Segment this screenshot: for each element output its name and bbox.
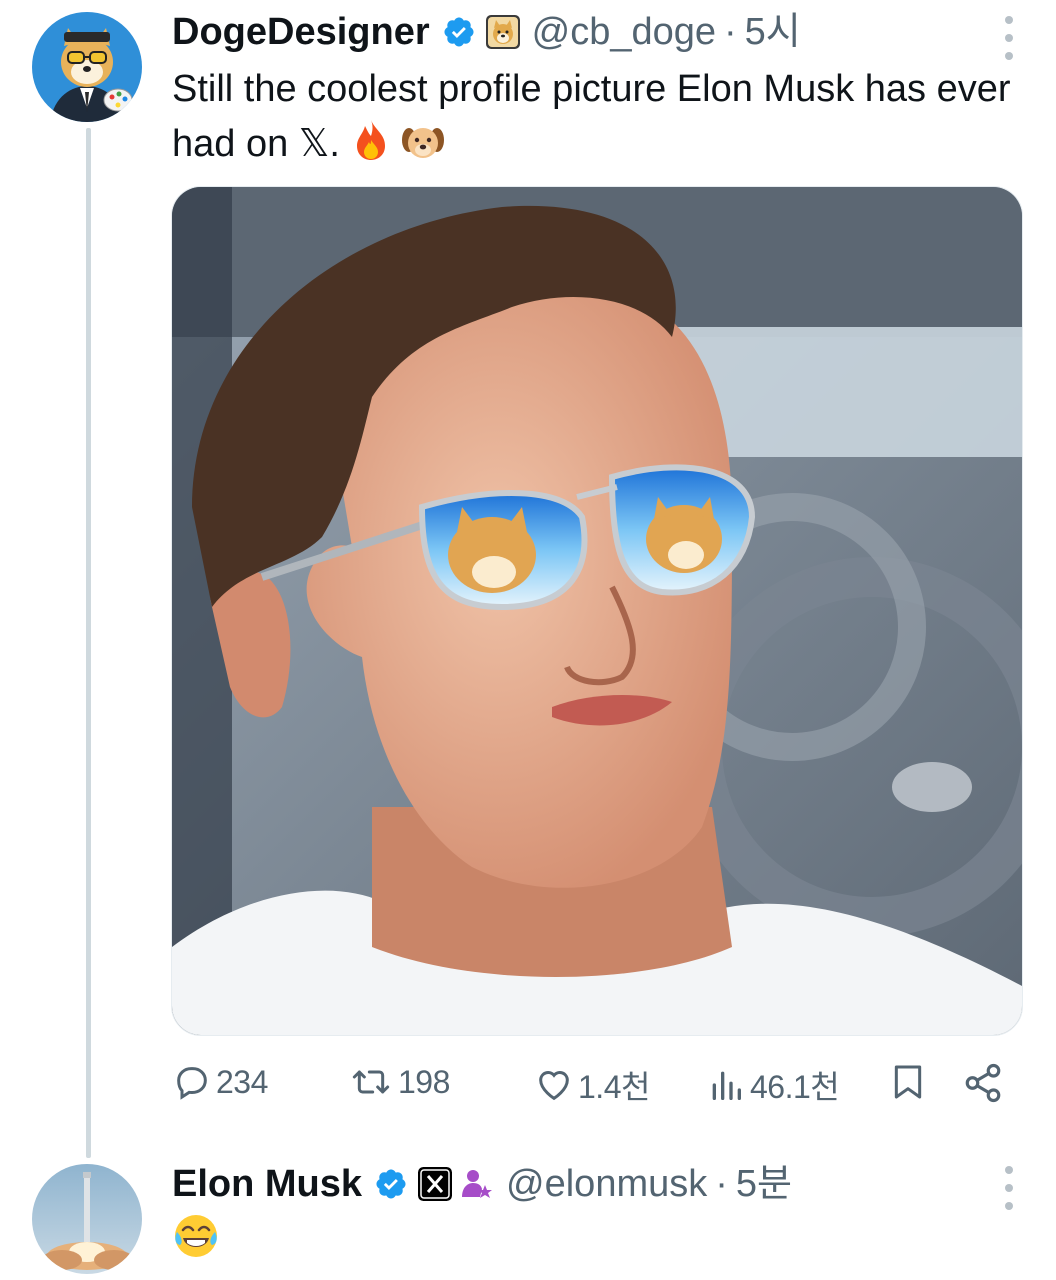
- display-name[interactable]: DogeDesigner: [172, 10, 430, 54]
- views-button[interactable]: 46.1천: [706, 1062, 840, 1108]
- more-options-icon[interactable]: [1004, 16, 1014, 60]
- like-button[interactable]: 1.4천: [534, 1062, 650, 1108]
- avatar-dogedesigner[interactable]: [32, 12, 142, 122]
- handle[interactable]: @elonmusk: [506, 1162, 707, 1206]
- timestamp[interactable]: 5분: [736, 1162, 792, 1206]
- timestamp[interactable]: 5시: [745, 10, 801, 54]
- repost-button[interactable]: 198: [348, 1062, 450, 1102]
- repost-icon: [352, 1070, 390, 1094]
- view-count: 46.1천: [750, 1069, 840, 1105]
- photo-man-doge-sunglasses: [172, 187, 1022, 1035]
- reply-icon: [177, 1067, 207, 1100]
- share-button[interactable]: [962, 1062, 1008, 1104]
- affiliate-doge-icon[interactable]: [485, 15, 520, 49]
- tweet-elonmusk[interactable]: Elon Musk @elonmusk · 5분: [0, 1150, 1056, 1280]
- x-affiliate-icon[interactable]: [418, 1167, 453, 1201]
- verified-badge-icon[interactable]: [374, 1167, 408, 1201]
- handle[interactable]: @cb_doge: [532, 10, 716, 54]
- separator-dot: ·: [724, 11, 737, 53]
- separator-dot: ·: [715, 1163, 728, 1205]
- dog-face-emoji-icon: [401, 122, 445, 178]
- heart-icon: [539, 1071, 569, 1101]
- person-with-star-icon: [460, 1167, 494, 1201]
- reply-button[interactable]: 234: [172, 1062, 268, 1102]
- share-icon: [965, 1063, 1001, 1103]
- tweet-actions: 234 198 1.4천 46.1천: [172, 1062, 1008, 1112]
- verified-badge-icon[interactable]: [442, 15, 476, 49]
- display-name[interactable]: Elon Musk: [172, 1162, 362, 1206]
- avatar-elonmusk[interactable]: [32, 1164, 142, 1274]
- reply-text: [172, 1212, 220, 1265]
- face-with-tears-of-joy-icon: [175, 1215, 217, 1257]
- reply-count: 234: [216, 1063, 268, 1100]
- bookmark-button[interactable]: [888, 1062, 932, 1102]
- repost-count: 198: [398, 1063, 450, 1100]
- tweet-header: Elon Musk @elonmusk · 5분: [172, 1160, 792, 1208]
- bookmark-icon: [894, 1065, 922, 1099]
- tweet-dogedesigner[interactable]: DogeDesigner @cb_doge · 5시 Still the coo…: [0, 0, 1056, 1150]
- tweet-text: Still the coolest profile picture Elon M…: [172, 62, 1032, 178]
- tweet-header: DogeDesigner @cb_doge · 5시: [172, 8, 801, 56]
- views-chart-icon: [712, 1071, 741, 1100]
- more-options-icon[interactable]: [1004, 1166, 1014, 1210]
- fire-emoji-icon: [351, 118, 391, 178]
- like-count: 1.4천: [578, 1069, 650, 1105]
- tweet-image[interactable]: [171, 186, 1023, 1036]
- tweet-body-text: Still the coolest profile picture Elon M…: [172, 68, 1011, 165]
